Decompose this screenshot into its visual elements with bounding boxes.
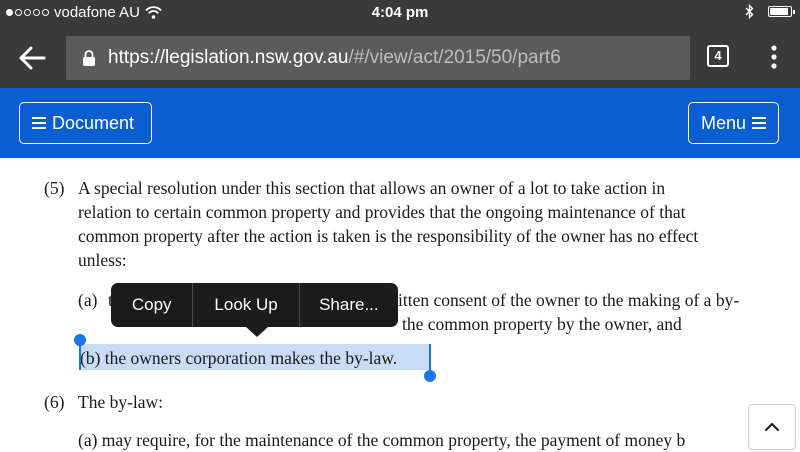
menu-button[interactable]: Menu (688, 102, 779, 144)
selection-start-handle[interactable] (74, 334, 86, 346)
address-bar[interactable]: https://legislation.nsw.gov.au/#/view/ac… (66, 36, 690, 80)
site-header: Document Menu (0, 88, 800, 158)
item-a-line-2: the common property by the owner, and (402, 314, 682, 334)
item-a-number: (a) (78, 290, 98, 310)
lock-icon (83, 50, 95, 66)
para-5-line-3: common property after the action is take… (78, 226, 699, 246)
share-menu-item[interactable]: Share... (300, 283, 398, 327)
browser-toolbar: https://legislation.nsw.gov.au/#/view/ac… (0, 28, 800, 88)
selection-end-caret (429, 344, 431, 370)
status-bar: vodafone AU 4:04 pm (0, 0, 800, 28)
back-arrow-icon[interactable] (14, 42, 50, 74)
para-6-item-a: (a) may require, for the maintenance of … (78, 430, 686, 450)
para-5-line-2: relation to certain common property and … (78, 202, 686, 222)
para-5-number: (5) (44, 178, 65, 198)
clock: 4:04 pm (371, 4, 429, 21)
chevron-up-icon (764, 422, 780, 432)
selection-start-caret (79, 344, 81, 370)
copy-menu-item[interactable]: Copy (111, 283, 192, 327)
hamburger-icon (32, 117, 46, 129)
url-host: legislation.nsw.gov.au (165, 47, 349, 68)
document-button[interactable]: Document (19, 102, 152, 144)
look-up-menu-item[interactable]: Look Up (193, 283, 298, 327)
status-right (745, 4, 795, 19)
document-button-label: Document (52, 112, 135, 133)
hamburger-icon (752, 117, 766, 129)
bluetooth-icon (745, 4, 754, 19)
selection-end-handle[interactable] (424, 370, 436, 382)
para-5-line-4: unless: (78, 250, 127, 270)
menu-button-label: Menu (701, 112, 747, 133)
more-options-icon[interactable] (766, 42, 782, 72)
scroll-to-top-button[interactable] (748, 404, 796, 450)
item-a-line-1: itten consent of the owner to the making… (398, 290, 740, 310)
para-6-number: (6) (44, 392, 65, 412)
para-5-line-1: A special resolution under this section … (78, 178, 666, 198)
item-b-text[interactable]: (b) the owners corporation makes the by-… (80, 346, 397, 370)
context-menu-pointer (246, 327, 268, 337)
tab-switcher-button[interactable]: 4 (707, 45, 729, 67)
url-path: /#/view/act/2015/50/part6 (348, 47, 561, 68)
para-6-text: The by-law: (78, 392, 164, 412)
battery-icon (768, 6, 795, 17)
url-scheme: https:// (108, 47, 166, 68)
text-context-menu: Copy Look Up Share... (111, 283, 398, 327)
